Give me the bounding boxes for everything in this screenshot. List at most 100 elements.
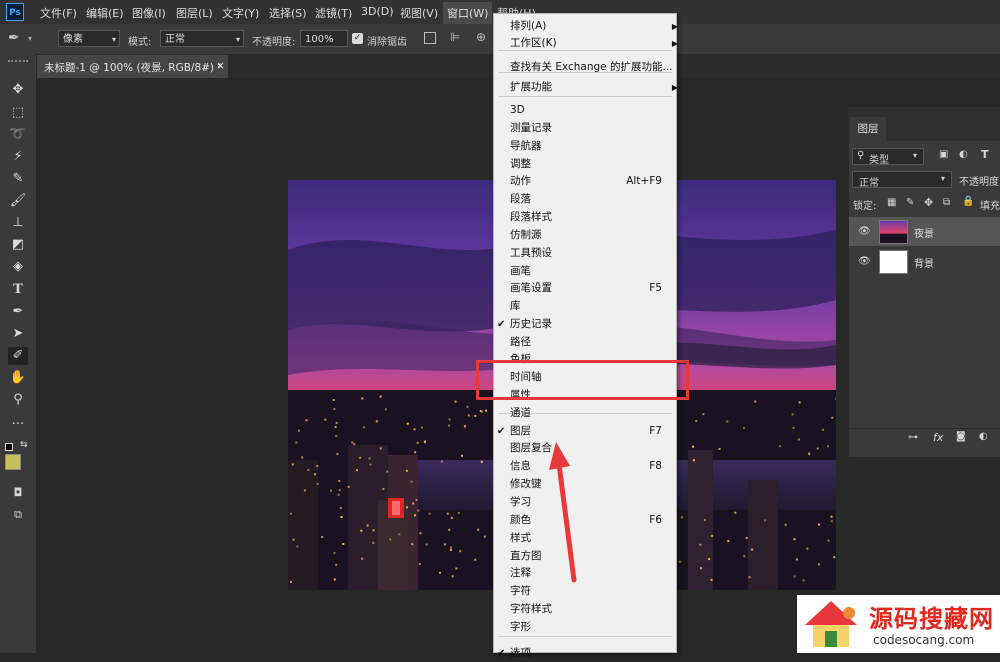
path-operations-icon[interactable]: [424, 32, 436, 44]
window-menu-item[interactable]: 注释: [510, 565, 670, 582]
window-menu-item[interactable]: 扩展功能 ▶: [510, 79, 678, 96]
pen-tool-preset-icon[interactable]: ✒: [8, 30, 20, 46]
lock-transparency-icon[interactable]: ▦: [887, 197, 896, 208]
city-light: [339, 507, 342, 509]
chevron-down-icon[interactable]: ▾: [28, 34, 32, 43]
layer-row[interactable]: 👁 夜景: [849, 217, 1000, 246]
more-tools-icon[interactable]: ···: [8, 416, 28, 434]
window-menu-item[interactable]: 样式: [510, 530, 670, 547]
menu-type[interactable]: 文字(Y): [222, 5, 259, 21]
window-menu-item[interactable]: ✔ 图层 F7: [497, 423, 670, 440]
menu-image[interactable]: 图像(I): [132, 5, 166, 21]
eye-icon[interactable]: 👁: [858, 226, 871, 237]
window-menu-item[interactable]: 直方图: [510, 548, 670, 565]
zoom-tool-icon[interactable]: ⚲: [8, 391, 28, 409]
menu-edit[interactable]: 编辑(E): [86, 5, 124, 21]
foreground-color-swatch[interactable]: [5, 454, 21, 470]
window-menu-item[interactable]: 路径: [510, 334, 670, 351]
window-menu-item[interactable]: 颜色 F6: [510, 512, 670, 529]
add-mask-icon[interactable]: ◙: [956, 431, 966, 442]
fx-icon[interactable]: fx: [933, 431, 943, 444]
window-menu-item[interactable]: 查找有关 Exchange 的扩展功能...: [510, 59, 673, 76]
pen-tool-icon[interactable]: ✒: [8, 303, 28, 321]
freeform-pen-tool-icon[interactable]: ✐: [8, 347, 28, 365]
window-menu-item[interactable]: 测量记录: [510, 120, 670, 137]
toolbar-grip[interactable]: [8, 60, 28, 63]
city-light: [703, 519, 706, 521]
window-menu-item[interactable]: 信息 F8: [510, 458, 670, 475]
layers-panel-tab[interactable]: 图层: [850, 117, 886, 141]
lock-artboard-icon[interactable]: ⧉: [943, 197, 950, 208]
path-alignment-icon[interactable]: ⊫: [450, 30, 460, 44]
tool-mode-select[interactable]: 像素 ▾: [58, 30, 120, 47]
window-menu-item[interactable]: 图层复合: [510, 440, 670, 457]
window-menu-item[interactable]: 工作区(K) ▶: [510, 35, 678, 52]
window-menu-item[interactable]: 字符样式: [510, 601, 670, 618]
adjustment-layer-icon[interactable]: ◐: [979, 431, 988, 442]
quick-mask-icon[interactable]: ◘: [8, 484, 28, 502]
window-menu-item[interactable]: 调整: [510, 156, 670, 173]
document-tab[interactable]: 未标题-1 @ 100% (夜景, RGB/8#) * ×: [36, 55, 228, 78]
menu-filter[interactable]: 滤镜(T): [315, 5, 352, 21]
menu-item-label: 排列(A): [510, 20, 547, 32]
window-menu-item[interactable]: 画笔: [510, 263, 670, 280]
link-layers-icon[interactable]: ⊶: [908, 432, 918, 443]
lasso-tool-icon[interactable]: ➰: [8, 126, 28, 144]
city-light: [415, 498, 418, 501]
menu-3d[interactable]: 3D(D): [361, 5, 394, 18]
window-menu-item[interactable]: 仿制源: [510, 227, 670, 244]
path-selection-tool-icon[interactable]: ➤: [8, 325, 28, 343]
screen-mode-icon[interactable]: ⧉: [8, 506, 28, 524]
window-menu-item[interactable]: 动作 Alt+F9: [510, 173, 670, 190]
window-menu-item[interactable]: ✔ 历史记录: [497, 316, 670, 333]
layer-blend-mode-select[interactable]: 正常 ▾: [852, 171, 952, 189]
window-menu-item[interactable]: 工具预设: [510, 245, 670, 262]
stamp-tool-icon[interactable]: ⊥: [8, 214, 28, 232]
type-filter-icon[interactable]: T: [981, 148, 989, 161]
image-filter-icon[interactable]: ▣: [939, 149, 948, 160]
lock-pixels-icon[interactable]: ✎: [906, 197, 914, 208]
menu-layer[interactable]: 图层(L): [176, 5, 213, 21]
menu-file[interactable]: 文件(F): [40, 5, 77, 21]
layer-filter-select[interactable]: ⚲ 类型 ▾: [852, 148, 924, 166]
lock-position-icon[interactable]: ✥: [924, 196, 933, 209]
window-menu-item[interactable]: 库: [510, 298, 670, 315]
antialias-checkbox[interactable]: ✓: [352, 33, 363, 44]
marquee-tool-icon[interactable]: ⬚: [8, 104, 28, 122]
menu-window[interactable]: 窗口(W): [443, 2, 493, 24]
window-menu-item[interactable]: 学习: [510, 494, 670, 511]
window-menu-item[interactable]: 通道: [510, 405, 670, 422]
window-menu-item[interactable]: 段落: [510, 191, 670, 208]
brush-tool-icon[interactable]: 🖌: [8, 192, 28, 210]
menu-view[interactable]: 视图(V): [400, 5, 438, 21]
swap-colors-icon[interactable]: ⇆: [20, 440, 28, 450]
window-menu-item[interactable]: 导航器: [510, 138, 670, 155]
move-tool-icon[interactable]: ✥: [8, 81, 28, 99]
eye-icon[interactable]: 👁: [858, 256, 871, 267]
window-menu-item[interactable]: 字形: [510, 619, 670, 636]
opacity-input[interactable]: 100%: [300, 30, 348, 47]
city-light: [726, 420, 729, 423]
paint-bucket-tool-icon[interactable]: ◈: [8, 258, 28, 276]
window-menu-item[interactable]: 画笔设置 F5: [510, 280, 670, 297]
window-menu-item[interactable]: 修改键: [510, 476, 670, 493]
window-menu-item[interactable]: 字符: [510, 583, 670, 600]
default-colors-icon[interactable]: [5, 443, 13, 451]
hand-tool-icon[interactable]: ✋: [8, 369, 28, 387]
eraser-tool-icon[interactable]: ◩: [8, 236, 28, 254]
close-icon[interactable]: ×: [216, 60, 225, 72]
menu-select[interactable]: 选择(S): [269, 5, 307, 21]
path-arrangement-icon[interactable]: ⊕: [476, 30, 486, 44]
window-menu-item[interactable]: 3D: [510, 102, 670, 119]
adjustment-filter-icon[interactable]: ◐: [959, 149, 968, 160]
window-menu-item[interactable]: 段落样式: [510, 209, 670, 226]
window-menu-item[interactable]: 排列(A) ▶: [510, 18, 678, 35]
magic-wand-tool-icon[interactable]: ⚡: [8, 148, 28, 166]
type-tool-icon[interactable]: T: [8, 281, 28, 299]
window-menu-item[interactable]: ✔ 选项: [497, 645, 670, 662]
blend-mode-select[interactable]: 正常 ▾: [160, 30, 244, 47]
eyedropper-tool-icon[interactable]: ✎: [8, 170, 28, 188]
city-light: [797, 438, 800, 441]
layer-row[interactable]: 👁 背景: [849, 247, 1000, 276]
lock-all-icon[interactable]: 🔒: [962, 196, 974, 207]
